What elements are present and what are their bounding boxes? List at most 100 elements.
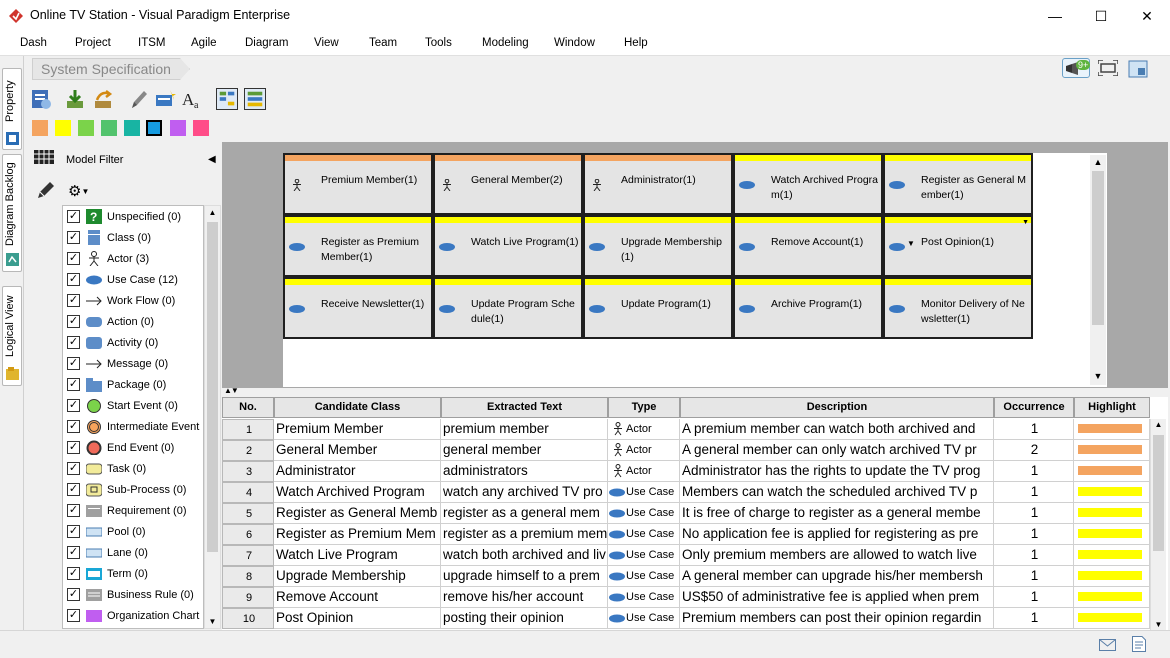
filter-row[interactable]: ✓ Term (0) [63,564,203,585]
candidate-cell[interactable]: ▼ ▼ Post Opinion(1) [883,215,1033,277]
type-cell[interactable]: Use Case [608,587,680,608]
extracted-text-cell[interactable]: upgrade himself to a prem [441,566,608,587]
description-cell[interactable]: Only premium members are allowed to watc… [680,545,994,566]
canvas-scrollbar[interactable]: ▲ ▼ [1090,155,1106,385]
type-cell[interactable]: Use Case [608,566,680,587]
candidate-cell[interactable]: Update Program(1) [583,277,733,339]
candidate-cell[interactable]: Premium Member(1) [283,153,433,215]
scroll-up-arrow[interactable]: ▲ [1092,157,1104,167]
filter-checkbox[interactable]: ✓ [67,609,80,622]
description-cell[interactable]: Administrator has the rights to update t… [680,461,994,482]
description-cell[interactable]: No application fee is applied for regist… [680,524,994,545]
occurrence-cell[interactable]: 1 [994,566,1074,587]
candidate-cell[interactable]: Receive Newsletter(1) [283,277,433,339]
table-row[interactable]: 4 Watch Archived Program watch any archive… [222,482,1150,503]
canvas-scrollbar-thumb[interactable] [1092,171,1104,325]
color-swatch-orange[interactable] [32,120,48,136]
color-swatch-teal[interactable] [124,120,140,136]
occurrence-cell[interactable]: 1 [994,524,1074,545]
table-scrollbar-thumb[interactable] [1153,435,1164,551]
type-cell[interactable]: Actor [608,461,680,482]
add-candidate-icon[interactable] [154,88,176,110]
highlight-cell[interactable] [1074,461,1150,482]
filter-row[interactable]: ✓ Use Case (12) [63,270,203,291]
filter-row[interactable]: ✓ Action (0) [63,312,203,333]
color-swatch-light-green[interactable] [78,120,94,136]
filter-row[interactable]: ✓ Message (0) [63,354,203,375]
scroll-up-arrow[interactable]: ▲ [1152,420,1165,429]
column-header[interactable]: Description [680,397,994,418]
filter-checkbox[interactable]: ✓ [67,231,80,244]
table-row[interactable]: 6 Register as Premium Mem register as a pr… [222,524,1150,545]
menu-dash[interactable]: Dash [20,37,47,49]
close-button[interactable]: ✕ [1124,0,1170,32]
filter-checkbox[interactable]: ✓ [67,504,80,517]
tab-diagram-backlog[interactable]: Diagram Backlog [2,154,22,272]
table-row[interactable]: 5 Register as General Memb register as a g… [222,503,1150,524]
font-icon[interactable]: Aa [181,88,203,110]
column-header[interactable]: Extracted Text [441,397,608,418]
filter-row[interactable]: ✓ Work Flow (0) [63,291,203,312]
scroll-up-arrow[interactable]: ▲ [205,208,220,217]
menu-tools[interactable]: Tools [425,37,452,49]
description-cell[interactable]: A general member can upgrade his/her mem… [680,566,994,587]
occurrence-cell[interactable]: 1 [994,461,1074,482]
table-row[interactable]: 3 Administrator administrators Actor Adminis… [222,461,1150,482]
table-row[interactable]: 8 Upgrade Membership upgrade himself to a … [222,566,1150,587]
filter-scrollbar-thumb[interactable] [207,222,218,552]
filter-row[interactable]: ✓ Class (0) [63,228,203,249]
type-cell[interactable]: Actor [608,440,680,461]
highlight-cell[interactable] [1074,545,1150,566]
occurrence-cell[interactable]: 1 [994,419,1074,440]
filter-row[interactable]: ✓ Pool (0) [63,522,203,543]
highlight-cell[interactable] [1074,482,1150,503]
candidate-class-cell[interactable]: Register as General Memb [274,503,441,524]
collapse-arrow-icon[interactable]: ◀ [208,154,216,165]
occurrence-cell[interactable]: 1 [994,482,1074,503]
highlight-cell[interactable] [1074,419,1150,440]
import-icon[interactable] [64,88,86,110]
column-header[interactable]: Type [608,397,680,418]
extracted-text-cell[interactable]: watch any archived TV pro [441,482,608,503]
tab-logical-view[interactable]: Logical View [2,286,22,386]
highlighter-icon[interactable] [128,88,150,110]
filter-row[interactable]: ✓ Business Rule (0) [63,585,203,606]
highlight-cell[interactable] [1074,440,1150,461]
filter-row[interactable]: ✓ Organization Chart ( [63,606,203,627]
filter-checkbox[interactable]: ✓ [67,588,80,601]
filter-row[interactable]: ✓ Task (0) [63,459,203,480]
color-swatch-blue-selected[interactable] [146,120,162,136]
occurrence-cell[interactable]: 1 [994,608,1074,629]
description-cell[interactable]: Members can watch the scheduled archived… [680,482,994,503]
extracted-text-cell[interactable]: register as a general mem [441,503,608,524]
table-row[interactable]: 1 Premium Member premium member Actor A prem… [222,419,1150,440]
candidate-class-cell[interactable]: Register as Premium Mem [274,524,441,545]
filter-settings-button[interactable]: ⚙▼ [68,182,89,200]
description-cell[interactable]: A premium member can watch both archived… [680,419,994,440]
column-header[interactable]: Occurrence [994,397,1074,418]
highlight-cell[interactable] [1074,608,1150,629]
menu-window[interactable]: Window [554,37,595,49]
document-icon[interactable] [1132,636,1146,652]
candidate-cell[interactable]: Update Program Schedule(1) [433,277,583,339]
filter-row[interactable]: ✓ Intermediate Event (0) [63,417,203,438]
filter-checkbox[interactable]: ✓ [67,399,80,412]
filter-checkbox[interactable]: ✓ [67,252,80,265]
filter-row[interactable]: ✓ Activity (0) [63,333,203,354]
occurrence-cell[interactable]: 2 [994,440,1074,461]
grid-layout-icon[interactable] [216,88,238,110]
candidate-class-cell[interactable]: Administrator [274,461,441,482]
breadcrumb[interactable]: System Specification [32,58,190,80]
highlight-cell[interactable] [1074,503,1150,524]
table-row[interactable]: 7 Watch Live Program watch both archived a… [222,545,1150,566]
candidate-class-canvas[interactable]: Premium Member(1) General Member(2) Admini… [283,153,1107,387]
menu-view[interactable]: View [314,37,339,49]
filter-checkbox[interactable]: ✓ [67,378,80,391]
pen-icon[interactable] [36,180,56,200]
highlight-cell[interactable] [1074,566,1150,587]
table-row[interactable]: 2 General Member general member Actor A gene… [222,440,1150,461]
splitter-toggle-icon[interactable]: ▲▼ [224,386,239,395]
filter-checkbox[interactable]: ✓ [67,462,80,475]
highlight-cell[interactable] [1074,587,1150,608]
grid-view-icon[interactable] [34,150,54,164]
